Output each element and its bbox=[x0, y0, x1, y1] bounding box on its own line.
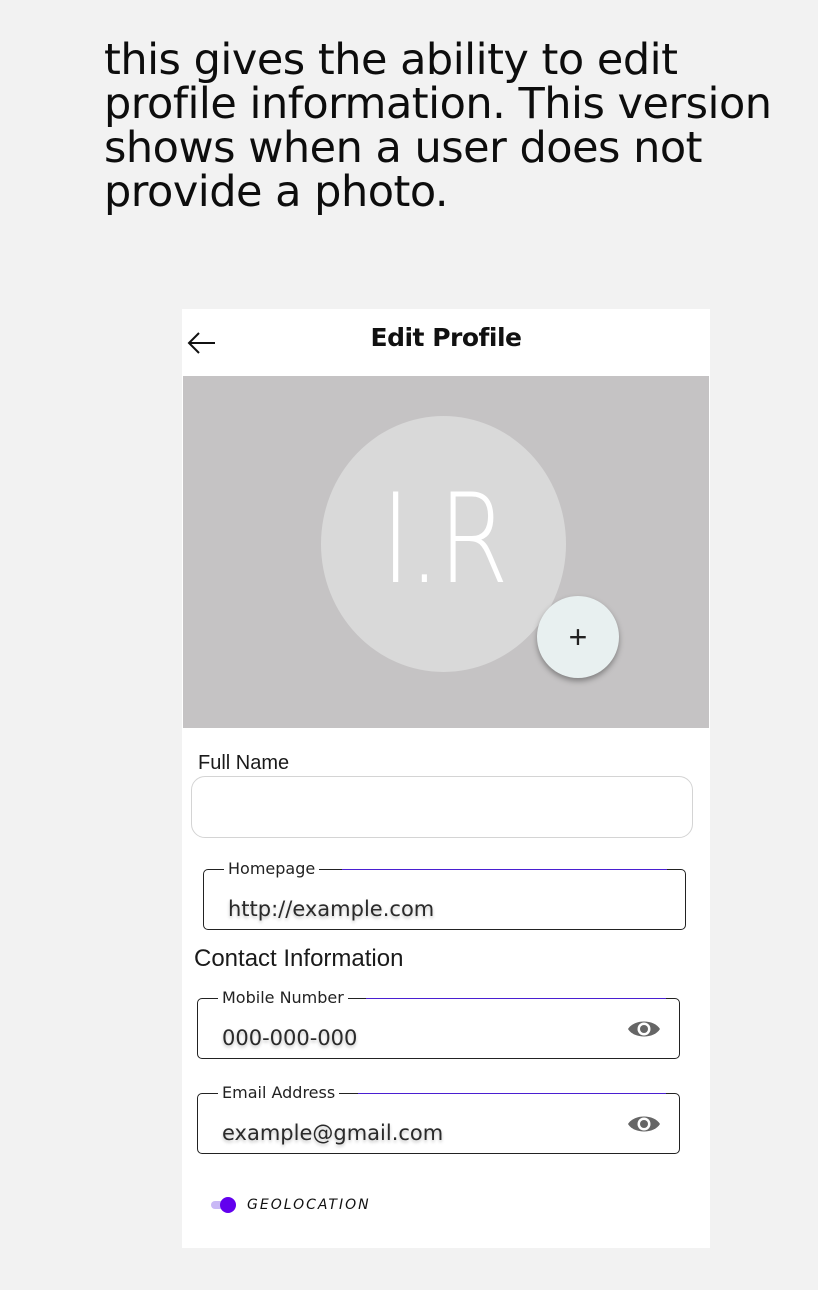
avatar-initials: I.R bbox=[380, 468, 509, 612]
plus-icon: + bbox=[568, 618, 588, 655]
email-address-label: Email Address bbox=[218, 1083, 340, 1102]
homepage-field[interactable]: Homepage http://example.com bbox=[203, 859, 686, 930]
email-address-value: example@gmail.com bbox=[222, 1121, 444, 1145]
toggle-thumb bbox=[220, 1197, 236, 1213]
avatar: I.R bbox=[321, 416, 566, 672]
eye-icon bbox=[628, 1021, 660, 1037]
email-address-field[interactable]: Email Address example@gmail.com bbox=[197, 1083, 680, 1154]
mobile-number-field[interactable]: Mobile Number 000-000-000 bbox=[197, 988, 680, 1059]
full-name-input[interactable] bbox=[191, 776, 693, 838]
contact-section-title: Contact Information bbox=[194, 945, 404, 972]
eye-icon bbox=[628, 1116, 660, 1132]
mobile-number-value: 000-000-000 bbox=[222, 1026, 358, 1050]
mobile-number-label: Mobile Number bbox=[218, 988, 348, 1007]
full-name-label: Full Name bbox=[198, 752, 290, 774]
homepage-label: Homepage bbox=[224, 859, 320, 878]
geolocation-toggle[interactable] bbox=[209, 1197, 239, 1213]
profile-photo-banner: I.R + bbox=[183, 376, 709, 728]
focus-accent-line bbox=[358, 1092, 666, 1094]
description-caption: this gives the ability to edit profile i… bbox=[104, 35, 772, 217]
toggle-visibility-button[interactable] bbox=[627, 1112, 661, 1136]
edit-profile-screen: Edit Profile I.R + Full Name Homepage ht… bbox=[182, 309, 710, 1248]
homepage-value: http://example.com bbox=[228, 897, 435, 921]
focus-accent-line bbox=[366, 997, 666, 999]
top-app-bar: Edit Profile bbox=[182, 309, 710, 376]
focus-accent-line bbox=[342, 868, 667, 870]
toggle-visibility-button[interactable] bbox=[627, 1017, 661, 1041]
geolocation-label: GEOLOCATION bbox=[247, 1197, 371, 1213]
add-photo-button[interactable]: + bbox=[537, 596, 619, 678]
page-title: Edit Profile bbox=[370, 323, 523, 352]
